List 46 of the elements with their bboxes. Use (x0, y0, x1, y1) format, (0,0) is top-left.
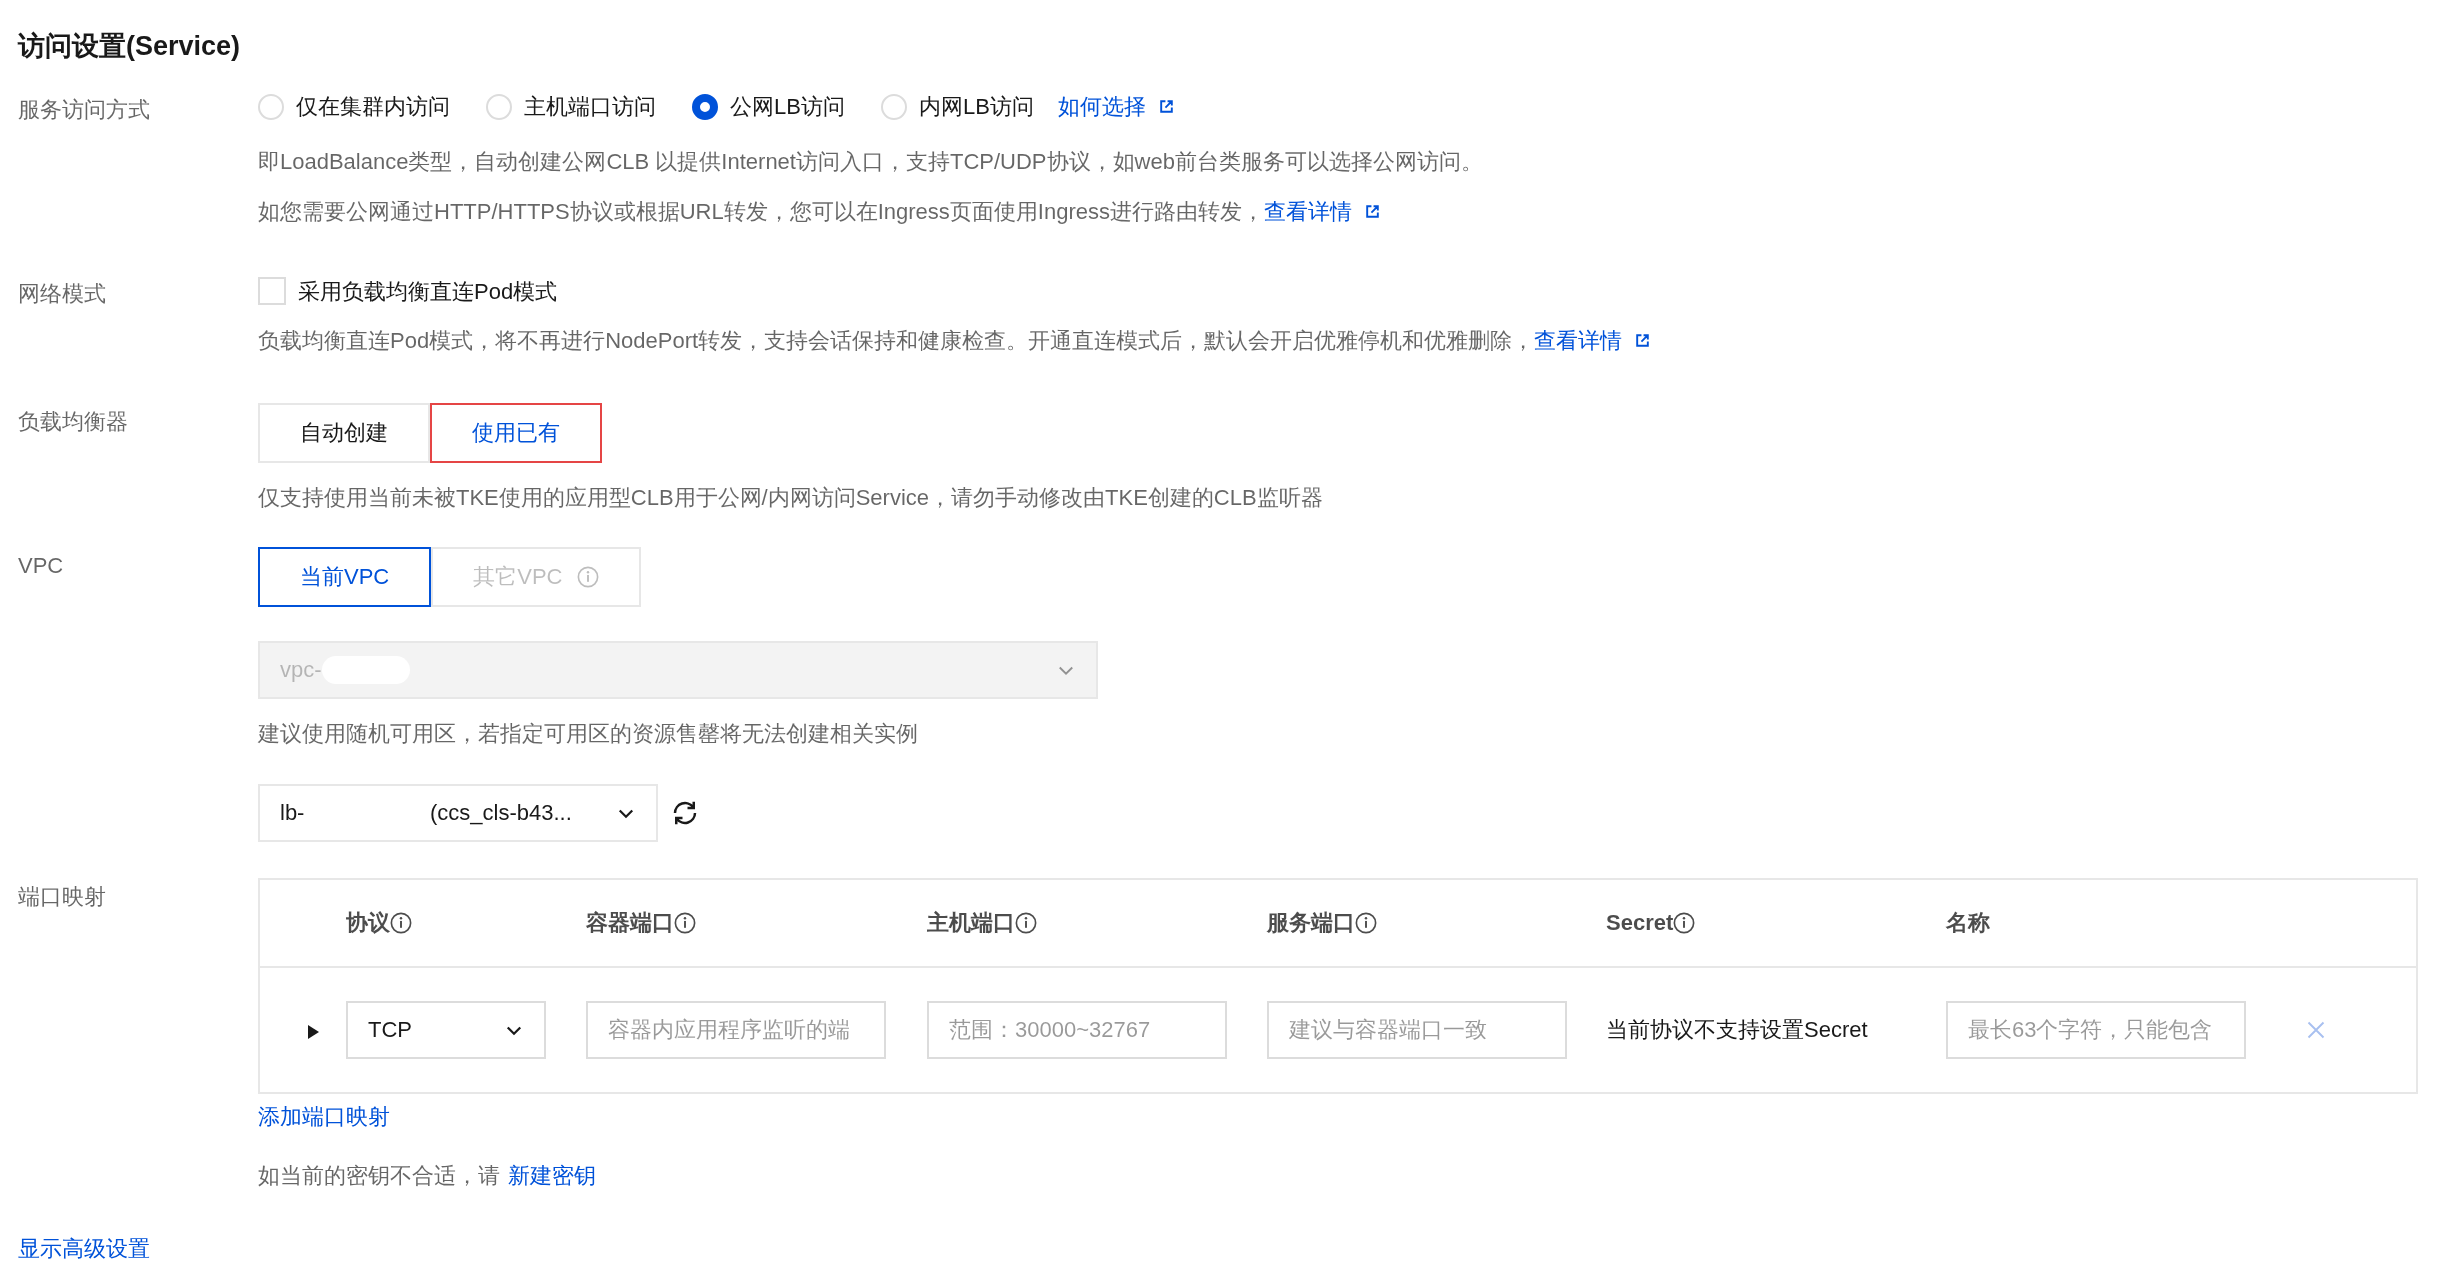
column-header: 协议 (346, 909, 390, 937)
hint-text: 如当前的密钥不合适，请 (258, 1161, 500, 1190)
radio-option[interactable]: 内网LB访问 (880, 90, 1034, 123)
description-text: 即LoadBalance类型，自动创建公网CLB 以提供Internet访问入口，支持TCP/UDP协议，如web前台类服务可以选择公网访问。 (258, 148, 1483, 176)
port-input[interactable]: 范围：30000~32767 (927, 1000, 1227, 1059)
expand-arrow-icon[interactable] (307, 1024, 319, 1039)
load-balancer-select[interactable]: lb- (ccs_cls-b43... (258, 783, 658, 842)
details-link[interactable]: 查看详情 (1534, 324, 1652, 357)
radio-option[interactable]: 主机端口访问 (486, 90, 656, 123)
segment-tab[interactable]: 当前VPC (258, 546, 432, 607)
segment-tab[interactable]: 使用已有 (430, 402, 602, 463)
field-label: VPC (18, 551, 65, 580)
external-link-icon (1363, 203, 1381, 220)
column-header: Secret (1606, 909, 1674, 937)
name-input[interactable]: 最长63个字符，只能包含 (1946, 1000, 2246, 1059)
description-text: 仅支持使用当前未被TKE使用的应用型CLB用于公网/内网访问Service，请勿手动修改由TKE创建的CLB监听器 (258, 483, 1323, 512)
field-label: 网络模式 (18, 279, 107, 308)
field-label: 服务访问方式 (18, 95, 151, 124)
column-header: 容器端口 (586, 909, 674, 937)
field-label: 负载均衡器 (18, 407, 129, 436)
port-input[interactable]: 建议与容器端口一致 (1267, 1000, 1567, 1059)
description-text: 负载均衡直连Pod模式，将不再进行NodePort转发，支持会话保持和健康检查。开通直连模式后，默认会开启优雅停机和优雅删除， (258, 327, 1535, 355)
radio-button[interactable] (692, 93, 718, 120)
protocol-select[interactable]: TCP (346, 1000, 546, 1059)
column-header: 服务端口 (1267, 909, 1355, 937)
port-input[interactable]: 容器内应用程序监听的端 (586, 1000, 886, 1059)
add-port-mapping-link[interactable]: 添加端口映射 (258, 1099, 390, 1133)
field-label: 端口映射 (18, 882, 107, 911)
section-title: 访问设置(Service) (18, 30, 242, 63)
column-header: 主机端口 (927, 909, 1015, 937)
help-link[interactable]: 如何选择 (1057, 90, 1175, 123)
external-link-icon (1157, 98, 1175, 115)
checkbox[interactable] (258, 277, 286, 305)
create-key-link[interactable]: 新建密钥 (508, 1158, 596, 1192)
advanced-settings-link[interactable]: 显示高级设置 (18, 1231, 150, 1265)
radio-option[interactable]: 公网LB访问 (692, 90, 845, 123)
column-header: 名称 (1946, 909, 1990, 937)
hint-text: 建议使用随机可用区，若指定可用区的资源售罄将无法创建相关实例 (258, 719, 919, 748)
description-text: 如您需要公网通过HTTP/HTTPS协议或根据URL转发，您可以在Ingress页面使用Ingress进行路由转发， (258, 198, 1264, 226)
secret-note: 当前协议不支持设置Secret (1606, 1017, 1868, 1042)
close-icon[interactable] (2306, 1019, 2326, 1040)
checkbox-option[interactable]: 采用负载均衡直连Pod模式 (258, 274, 1652, 308)
segment-tab[interactable]: 自动创建 (258, 402, 430, 463)
external-link-icon (1634, 332, 1652, 349)
details-link[interactable]: 查看详情 (1263, 195, 1381, 228)
radio-option[interactable]: 仅在集群内访问 (258, 90, 450, 123)
